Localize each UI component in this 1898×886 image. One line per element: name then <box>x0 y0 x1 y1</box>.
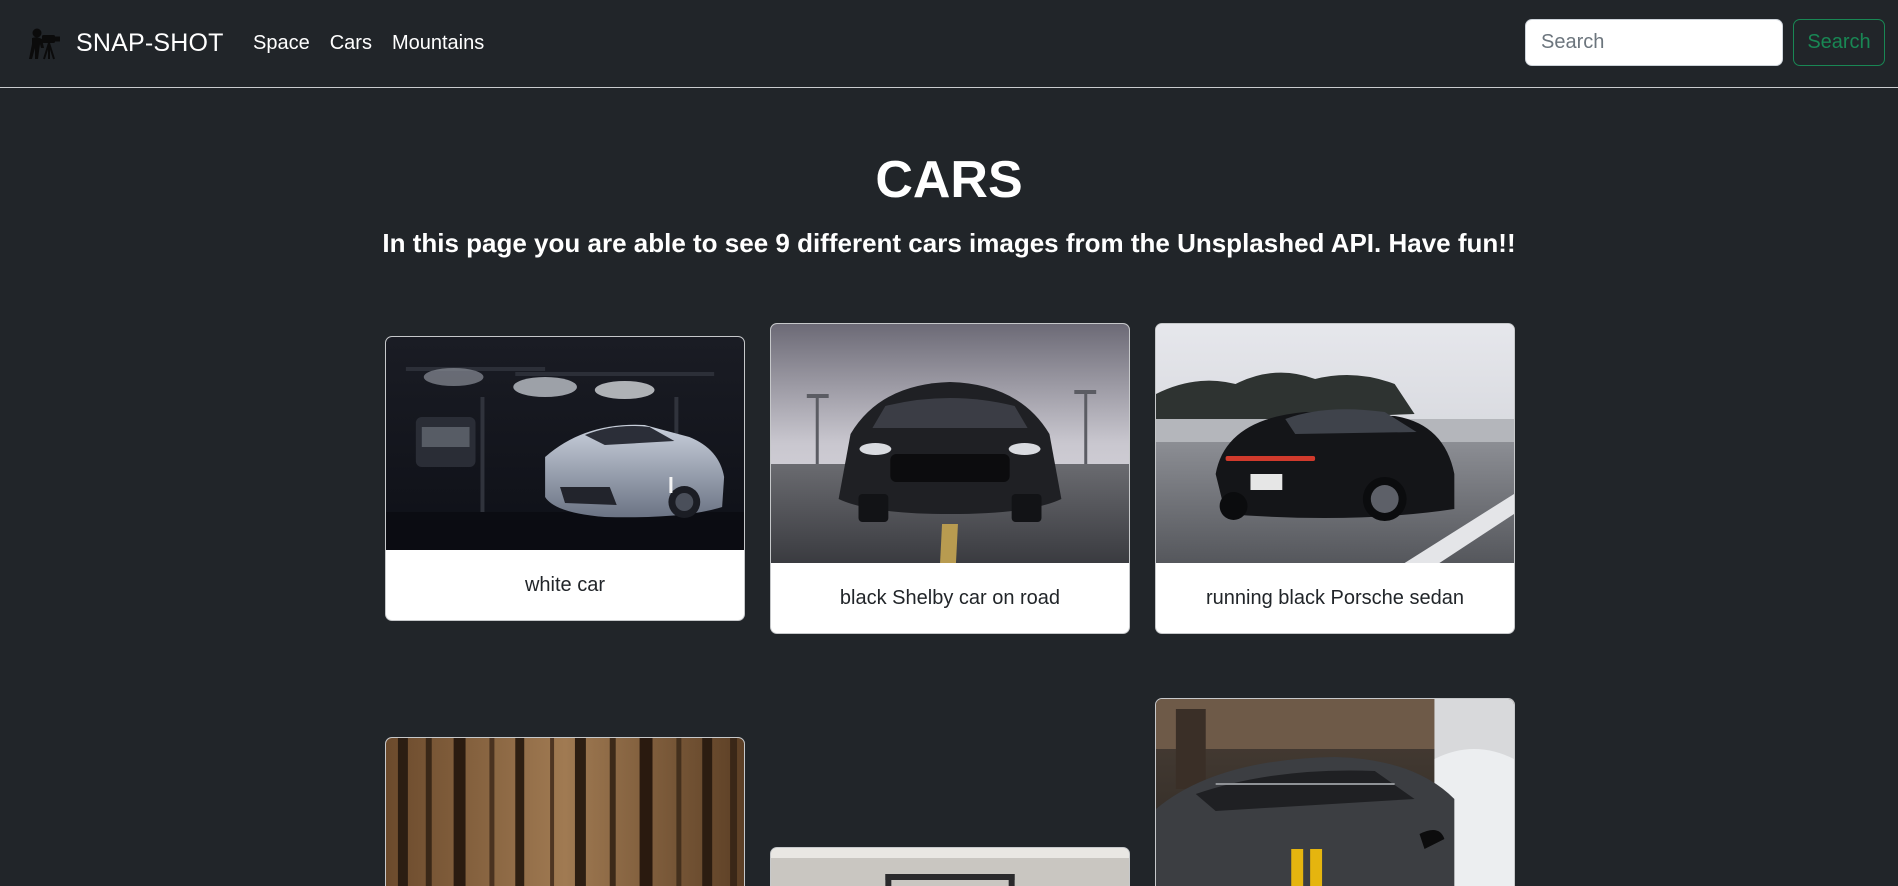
search-input[interactable] <box>1525 19 1783 66</box>
page-title: CARS <box>875 151 1023 209</box>
image-card[interactable]: black Shelby car on road <box>770 323 1130 634</box>
car-image <box>1156 324 1514 563</box>
nav-link-mountains[interactable]: Mountains <box>382 26 494 60</box>
card-caption: white car <box>524 574 606 596</box>
page-subtitle: In this page you are able to see 9 diffe… <box>382 228 1516 258</box>
nav-links: Space Cars Mountains <box>243 26 494 60</box>
image-card[interactable] <box>770 847 1130 886</box>
car-image <box>386 337 744 550</box>
brand-name: SNAP-SHOT <box>76 28 224 57</box>
image-card[interactable] <box>1155 698 1515 886</box>
nav-link-cars[interactable]: Cars <box>320 26 382 60</box>
navbar: SNAP-SHOT Space Cars Mountains Search <box>0 0 1898 88</box>
brand-link[interactable]: SNAP-SHOT <box>28 20 224 66</box>
card-caption: running black Porsche sedan <box>1206 587 1464 609</box>
car-image <box>1156 699 1514 886</box>
card-caption: black Shelby car on road <box>839 587 1061 609</box>
car-image <box>771 848 1129 886</box>
image-card[interactable]: running black Porsche sedan <box>1155 323 1515 634</box>
image-card[interactable] <box>385 737 745 886</box>
car-image <box>386 738 744 886</box>
nav-link-space[interactable]: Space <box>243 26 320 60</box>
image-card[interactable]: white car <box>385 336 745 621</box>
search-button[interactable]: Search <box>1793 19 1885 66</box>
car-image <box>771 324 1129 563</box>
photographer-icon <box>29 28 60 60</box>
